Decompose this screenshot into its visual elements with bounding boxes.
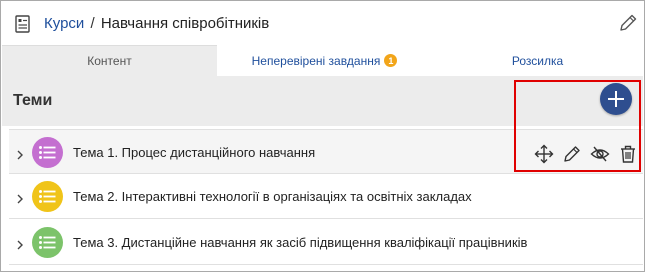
topics-section-header: Теми: [2, 76, 643, 126]
hide-topic-button[interactable]: [590, 144, 610, 164]
breadcrumb-separator: /: [90, 15, 95, 32]
section-title: Теми: [13, 92, 53, 109]
topic-avatar: [32, 181, 63, 212]
topic-title: Тема 1. Процес дистанційного навчання: [73, 145, 316, 160]
list-icon: [39, 190, 56, 203]
chevron-right-icon[interactable]: [16, 147, 24, 160]
topic-avatar: [32, 227, 63, 258]
topic-row[interactable]: Тема 1. Процес дистанційного навчання: [9, 129, 643, 174]
topic-title: Тема 2. Інтерактивні технології в органі…: [73, 189, 472, 204]
tab-mailing[interactable]: Розсилка: [432, 45, 643, 76]
tab-unchecked-tasks-label: Неперевірені завдання: [251, 53, 381, 68]
delete-topic-button[interactable]: [618, 144, 638, 164]
unchecked-count-badge: 1: [384, 54, 398, 67]
topic-avatar: [32, 137, 63, 168]
tab-content-label: Контент: [87, 54, 132, 68]
eye-slash-icon: [590, 146, 610, 162]
tab-mailing-label: Розсилка: [511, 53, 564, 68]
add-topic-button[interactable]: [600, 83, 632, 115]
edit-topic-button[interactable]: [562, 144, 582, 164]
list-icon: [39, 236, 56, 249]
course-panel: Курси / Навчання співробітників Контент …: [0, 0, 645, 272]
topic-row[interactable]: Тема 3. Дистанційне навчання як засіб пі…: [9, 220, 643, 265]
tab-bar: Контент Неперевірені завдання 1 Розсилка: [2, 45, 643, 76]
breadcrumb-courses-link[interactable]: Курси: [44, 15, 84, 32]
pencil-icon: [564, 146, 580, 162]
topic-title: Тема 3. Дистанційне навчання як засіб пі…: [73, 235, 528, 250]
trash-icon: [621, 145, 635, 163]
pencil-icon: [620, 14, 637, 31]
page-header: Курси / Навчання співробітників: [2, 2, 643, 44]
page-title: Навчання співробітників: [100, 15, 270, 32]
topic-row[interactable]: Тема 2. Інтерактивні технології в органі…: [9, 174, 643, 219]
topic-actions: [534, 144, 638, 164]
list-icon: [39, 146, 56, 159]
move-icon: [534, 144, 554, 164]
course-doc-icon: [15, 15, 31, 33]
tab-content[interactable]: Контент: [2, 45, 217, 76]
edit-course-button[interactable]: [617, 12, 639, 34]
chevron-right-icon[interactable]: [16, 191, 24, 204]
chevron-right-icon[interactable]: [16, 237, 24, 250]
breadcrumb: Курси / Навчання співробітників: [44, 15, 269, 32]
move-topic-button[interactable]: [534, 144, 554, 164]
tab-unchecked-tasks[interactable]: Неперевірені завдання 1: [217, 45, 432, 76]
